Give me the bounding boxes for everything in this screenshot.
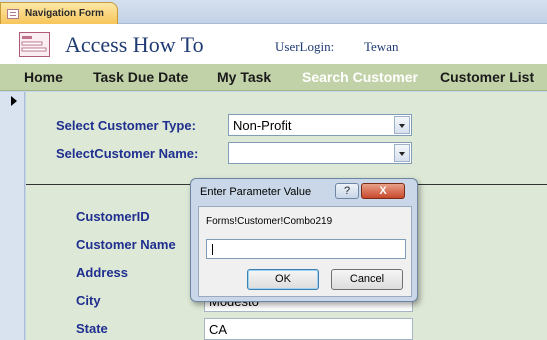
state-label: State [76, 321, 108, 336]
customer-name-field-label: Customer Name [76, 237, 176, 252]
navigation-bar: Home Task Due Date My Task Search Custom… [0, 64, 547, 91]
state-value: CA [209, 322, 228, 337]
nav-tab-customer-list[interactable]: Customer List [440, 69, 534, 85]
database-form-icon [19, 32, 50, 57]
record-selector[interactable] [0, 92, 25, 340]
user-login-name: Tewan [364, 39, 399, 54]
form-header: Access How To UserLogin: Tewan [0, 24, 547, 64]
city-label: City [76, 293, 101, 308]
parameter-dialog: Enter Parameter Value ? X Forms!Customer… [190, 178, 418, 302]
nav-tab-search-customer[interactable]: Search Customer [302, 69, 418, 85]
parameter-input[interactable] [206, 239, 406, 259]
help-button[interactable]: ? [335, 183, 359, 199]
dialog-title: Enter Parameter Value [200, 186, 312, 198]
close-button[interactable]: X [361, 183, 405, 199]
nav-tab-my-task[interactable]: My Task [217, 69, 271, 85]
text-caret [212, 244, 213, 255]
customer-id-label: CustomerID [76, 209, 150, 224]
customer-type-combo[interactable]: Non-Profit [228, 114, 412, 136]
customer-name-label: SelectCustomer Name: [56, 146, 199, 161]
address-label: Address [76, 265, 129, 280]
state-field[interactable]: CA [204, 318, 413, 340]
cancel-button[interactable]: Cancel [331, 269, 403, 290]
navigation-form-tab[interactable]: Navigation Form [0, 2, 118, 24]
document-tab-strip: Navigation Form [0, 0, 547, 24]
app-title: Access How To [65, 32, 204, 57]
nav-tab-home[interactable]: Home [24, 69, 63, 85]
form-icon [7, 8, 19, 19]
chevron-down-icon[interactable] [394, 144, 410, 162]
current-record-arrow-icon [11, 96, 17, 106]
customer-type-label: Select Customer Type: [56, 118, 196, 133]
customer-type-value: Non-Profit [233, 118, 292, 133]
customer-name-combo[interactable] [228, 142, 412, 164]
document-tab-label: Navigation Form [25, 8, 104, 19]
chevron-down-icon[interactable] [394, 116, 410, 134]
dialog-body: Forms!Customer!Combo219 OK Cancel [198, 206, 412, 297]
nav-tab-task-due-date[interactable]: Task Due Date [93, 69, 188, 85]
parameter-name: Forms!Customer!Combo219 [206, 216, 333, 227]
ok-button[interactable]: OK [247, 269, 319, 290]
user-login-label: UserLogin: [275, 39, 335, 54]
